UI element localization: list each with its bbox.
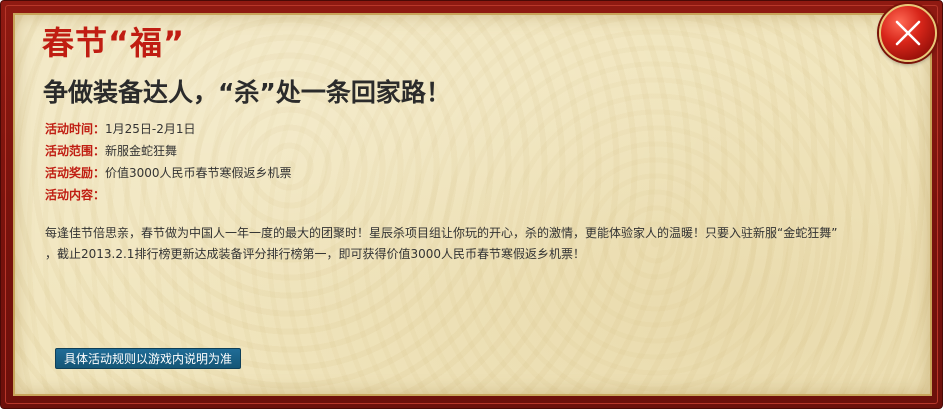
dialog-title: 春节“福” — [42, 24, 186, 62]
info-row-reward: 活动奖励：价值3000人民币春节寒假返乡机票 — [45, 163, 292, 185]
activity-description: 每逢佳节倍思亲，春节做为中国人一年一度的最大的团聚时！星辰杀项目组让你玩的开心，… — [45, 223, 895, 265]
info-label: 活动奖励： — [45, 166, 106, 180]
info-row-time: 活动时间：1月25日-2月1日 — [45, 119, 292, 141]
info-value: 新服金蛇狂舞 — [105, 144, 178, 158]
info-value: 价值3000人民币春节寒假返乡机票 — [105, 166, 292, 180]
info-value: 1月25日-2月1日 — [105, 122, 196, 136]
close-button[interactable] — [879, 4, 937, 62]
dialog-frame: 春节“福” 争做装备达人，“杀”处一条回家路！ 活动时间：1月25日-2月1日 … — [0, 0, 943, 409]
dialog-subtitle: 争做装备达人，“杀”处一条回家路！ — [43, 78, 451, 107]
info-label: 活动范围： — [45, 144, 106, 158]
rules-button[interactable]: 具体活动规则以游戏内说明为准 — [55, 348, 242, 369]
description-line-1: 每逢佳节倍思亲，春节做为中国人一年一度的最大的团聚时！星辰杀项目组让你玩的开心，… — [45, 226, 838, 240]
info-label: 活动内容： — [45, 188, 106, 202]
description-line-2: ，截止2013.2.1排行榜更新达成装备评分排行榜第一，即可获得价值3000人民… — [45, 247, 585, 261]
info-row-content: 活动内容： — [45, 185, 292, 207]
activity-info-list: 活动时间：1月25日-2月1日 活动范围：新服金蛇狂舞 活动奖励：价值3000人… — [45, 119, 292, 207]
info-row-scope: 活动范围：新服金蛇狂舞 — [45, 141, 292, 163]
info-label: 活动时间： — [45, 122, 106, 136]
close-x-icon — [895, 20, 921, 46]
